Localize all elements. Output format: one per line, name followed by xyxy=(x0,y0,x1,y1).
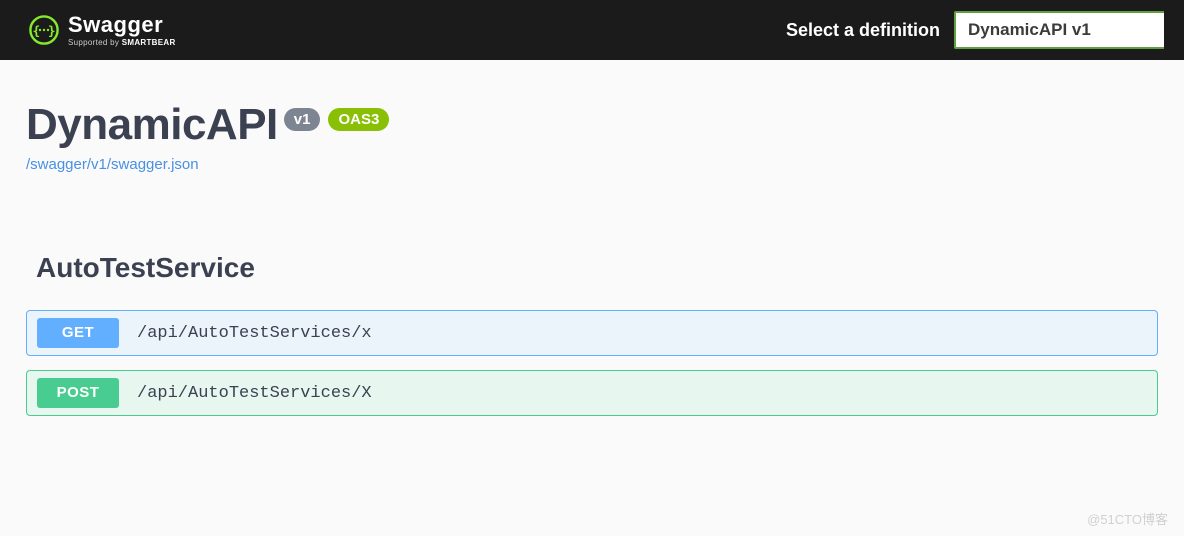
oas-badge: OAS3 xyxy=(328,108,389,131)
brand-subtitle: Supported by SMARTBEAR xyxy=(68,38,176,47)
api-title: DynamicAPI xyxy=(26,100,278,150)
api-title-row: DynamicAPI v1 OAS3 xyxy=(26,100,1158,150)
operations-list: GET /api/AutoTestServices/x POST /api/Au… xyxy=(26,310,1158,416)
definition-select-value: DynamicAPI v1 xyxy=(968,20,1091,40)
operation-post[interactable]: POST /api/AutoTestServices/X xyxy=(26,370,1158,416)
brand-title: Swagger xyxy=(68,14,176,36)
topbar: { } Swagger Supported by SMARTBEAR Selec… xyxy=(0,0,1184,60)
spec-url-link[interactable]: /swagger/v1/swagger.json xyxy=(26,156,199,173)
watermark: @51CTO博客 xyxy=(1087,509,1168,528)
topbar-right: Select a definition DynamicAPI v1 xyxy=(786,11,1164,49)
definition-select[interactable]: DynamicAPI v1 xyxy=(954,11,1164,49)
tag-title[interactable]: AutoTestService xyxy=(26,252,1158,284)
operation-path: /api/AutoTestServices/x xyxy=(137,324,372,343)
main-content: DynamicAPI v1 OAS3 /swagger/v1/swagger.j… xyxy=(0,60,1184,416)
tag-section: AutoTestService GET /api/AutoTestService… xyxy=(26,252,1158,416)
swagger-logo[interactable]: { } Swagger Supported by SMARTBEAR xyxy=(28,14,176,47)
method-badge-get: GET xyxy=(37,318,119,348)
version-badge: v1 xyxy=(284,108,321,131)
swagger-icon: { } xyxy=(28,14,60,46)
operation-get[interactable]: GET /api/AutoTestServices/x xyxy=(26,310,1158,356)
method-badge-post: POST xyxy=(37,378,119,408)
operation-path: /api/AutoTestServices/X xyxy=(137,384,372,403)
select-definition-label: Select a definition xyxy=(786,20,940,41)
svg-text:{ }: { } xyxy=(32,24,55,39)
